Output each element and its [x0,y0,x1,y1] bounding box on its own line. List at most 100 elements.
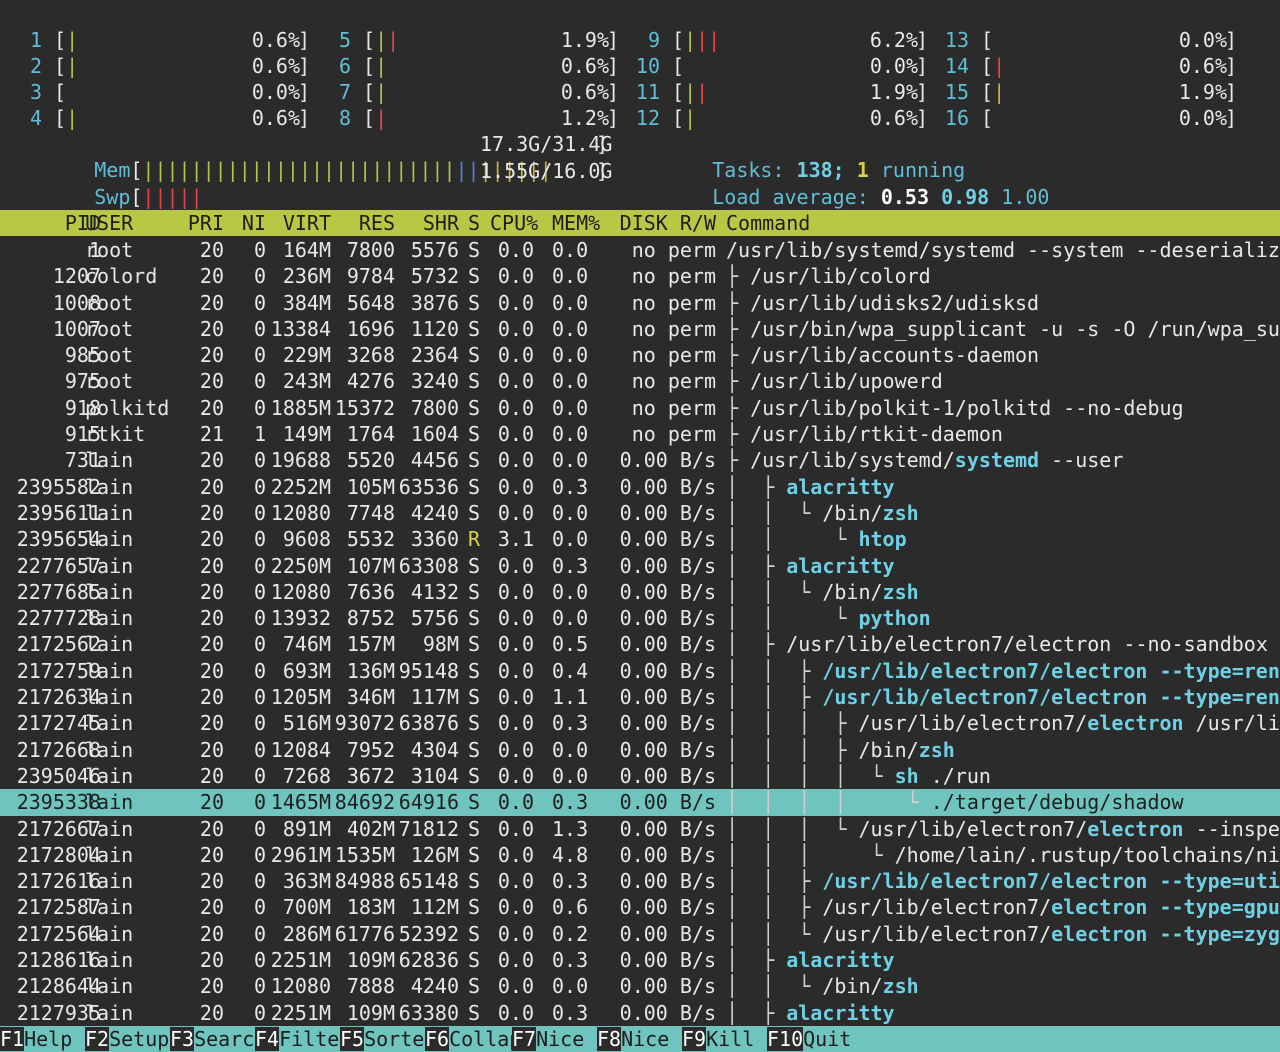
process-row[interactable]: 1007 root 20 0 13384 1696 1120 S 0.0 0.0 no perm ├ … [0,316,1280,342]
process-mem: 0.6 [552,895,589,920]
process-list[interactable]: 1 root 20 0 164M 7800 5576 S 0.0 0.0 no perm/usr/l… [0,237,1280,1026]
tree-branch: │ │ └ [726,921,823,946]
col-pri[interactable]: PRI [180,210,224,236]
fn-nice-button[interactable]: F8Nice + [597,1026,693,1052]
process-mem: 0.0 [552,395,589,420]
fn-nice-button[interactable]: F7Nice - [512,1026,608,1052]
process-disk: 0.00 B/s [619,711,716,736]
swap-label: Swp [94,185,131,209]
process-row[interactable]: 975 root 20 0 243M 4276 3240 S 0.0 0.0 no perm ├ /u… [0,368,1280,394]
process-virt: 7268 [282,763,331,788]
process-row[interactable]: 2172616 lain 20 0 363M 84988 65148 S 0.0 0.3 0.00 … [0,868,1280,894]
process-disk: 0.00 B/s [619,737,716,762]
process-row[interactable]: 2172759 lain 20 0 693M 136M 95148 S 0.0 0.4 0.00 B… [0,658,1280,684]
cpu-meter-5: 5 [|| 1.9%] [321,27,619,53]
fn-setup-button[interactable]: F2Setup [85,1026,169,1052]
cpu-bar: | [375,54,387,78]
process-virt: 149M [282,422,331,447]
process-row[interactable]: 2172634 lain 20 0 1205M 346M 117M S 0.0 1.1 0.00 B… [0,684,1280,710]
process-row[interactable]: 2127935 lain 20 0 2251M 109M 63380 S 0.0 0.3 0.00 … [0,1000,1280,1026]
process-row[interactable]: 2277685 lain 20 0 12080 7636 4132 S 0.0 0.0 0.00 B… [0,579,1280,605]
col-shr[interactable]: SHR [398,210,459,236]
col-disk[interactable]: DISK R/W [600,210,716,236]
process-row[interactable]: 985 root 20 0 229M 3268 2364 S 0.0 0.0 no perm ├ /u… [0,342,1280,368]
process-row[interactable]: 2172562 lain 20 0 746M 157M 98M S 0.0 0.5 0.00 B/s… [0,631,1280,657]
process-row[interactable]: 1207 colord 20 0 236M 9784 5732 S 0.0 0.0 no perm ├… [0,263,1280,289]
process-row[interactable]: 2172587 lain 20 0 700M 183M 112M S 0.0 0.6 0.00 B/… [0,894,1280,920]
process-row[interactable]: 2395611 lain 20 0 12080 7748 4240 S 0.0 0.0 0.00 B… [0,500,1280,526]
col-ni[interactable]: NI [236,210,266,236]
process-res: 346M [346,685,395,710]
process-user: lain [85,632,134,657]
cpu-id: 11 [635,80,660,104]
col-state[interactable]: S [468,210,482,236]
col-virt[interactable]: VIRT [270,210,331,236]
process-row[interactable]: 2172745 lain 20 0 516M 93072 63876 S 0.0 0.3 0.00 … [0,710,1280,736]
col-user[interactable]: USER [85,210,133,236]
process-row[interactable]: 2395582 lain 20 0 2252M 105M 63536 S 0.0 0.3 0.00 … [0,474,1280,500]
process-row[interactable]: 2277728 lain 20 0 13932 8752 5756 S 0.0 0.0 0.00 B… [0,605,1280,631]
fn-collap-button[interactable]: F6Collap [425,1026,521,1052]
process-row[interactable]: 2128616 lain 20 0 2251M 109M 62836 S 0.0 0.3 0.00 … [0,947,1280,973]
process-row[interactable]: 2172668 lain 20 0 12084 7952 4304 S 0.0 0.0 0.00 B… [0,737,1280,763]
tree-branch: ├ [726,343,751,368]
col-command[interactable]: Command [726,210,810,236]
process-mem: 0.3 [552,790,589,815]
process-ni: 0 [253,369,266,394]
fn-sorted-button[interactable]: F5Sorted [340,1026,436,1052]
command-segment: zsh [918,737,955,762]
meter-bar-segment: | [993,80,1006,104]
process-s: S [468,448,481,473]
process-ni: 0 [253,316,266,341]
process-ni: 0 [253,737,266,762]
tree-branch: │ │ │ │ └ [726,790,931,815]
process-user: lain [85,606,134,631]
process-res: 7952 [346,737,395,762]
process-disk: 0.00 B/s [619,448,716,473]
command-segment: alacritty [786,553,895,578]
process-command: │ │ │ ├ /usr/lib/electron7/electron /usr… [726,710,1280,736]
fn-filter-button[interactable]: F4Filter [255,1026,351,1052]
process-pri: 20 [199,895,224,920]
process-row[interactable]: 918 polkitd 20 0 1885M 15372 7800 S 0.0 0.0 no per… [0,395,1280,421]
fn-help-button[interactable]: F1Help [0,1026,72,1052]
process-row[interactable]: 2277657 lain 20 0 2250M 107M 63308 S 0.0 0.3 0.00 … [0,553,1280,579]
load-15: 1.00 [1001,185,1050,209]
process-row[interactable]: 2395338 lain 20 0 1465M 84692 64916 S 0.0 0.3 0.00… [0,789,1280,816]
col-cpu[interactable]: CPU% [490,210,538,236]
process-user: root [85,290,134,315]
process-row[interactable]: 2128644 lain 20 0 12080 7888 4240 S 0.0 0.0 0.00 B… [0,973,1280,999]
process-s: S [468,264,481,289]
load-label: Load average: [712,185,869,209]
process-row[interactable]: 1008 root 20 0 384M 5648 3876 S 0.0 0.0 no perm ├ /… [0,290,1280,316]
process-row[interactable]: 2172564 lain 20 0 286M 61776 52392 S 0.0 0.2 0.00 … [0,921,1280,947]
col-res[interactable]: RES [334,210,395,236]
process-cpu: 0.0 [497,448,534,473]
process-command: │ │ │ │ └ ./target/debug/shadow [726,789,1184,815]
process-row[interactable]: 731 lain 20 0 19688 5520 4456 S 0.0 0.0 0.00 B/s ├ … [0,447,1280,473]
process-pri: 20 [199,790,224,815]
tree-branch: ├ [726,264,751,289]
tree-branch: │ │ └ [726,579,823,604]
process-row[interactable]: 2172804 lain 20 0 2961M 1535M 126M S 0.0 4.8 0.00 … [0,842,1280,868]
command-segment: /usr/lib/upowerd [750,369,943,394]
process-cpu: 0.0 [497,842,534,867]
col-mem[interactable]: MEM% [552,210,600,236]
process-row[interactable]: 2395654 lain 20 0 9608 5532 3360 R 3.1 0.0 0.00 B/… [0,526,1280,552]
fn-kill-button[interactable]: F9Kill [682,1026,754,1052]
process-ni: 0 [253,816,266,841]
process-row[interactable]: 915 rtkit 21 1 149M 1764 1604 S 0.0 0.0 no perm ├ /… [0,421,1280,447]
process-virt: 19688 [270,448,331,473]
process-row[interactable]: 2395046 lain 20 0 7268 3672 3104 S 0.0 0.0 0.00 B/… [0,763,1280,789]
fn-search-button[interactable]: F3Search [170,1026,266,1052]
process-virt: 243M [282,369,331,394]
process-row[interactable]: 2172667 lain 20 0 891M 402M 71812 S 0.0 1.3 0.00 B… [0,816,1280,842]
process-s: S [468,974,481,999]
process-virt: 164M [282,238,331,262]
process-shr: 4240 [410,974,459,999]
fn-quit-button[interactable]: F10Quit [767,1026,851,1052]
command-segment: /usr/lib/systemd/systemd --system --dese… [726,238,1280,262]
process-disk: 0.00 B/s [619,553,716,578]
process-cpu: 0.0 [497,290,534,315]
process-row[interactable]: 1 root 20 0 164M 7800 5576 S 0.0 0.0 no perm/usr/l… [0,237,1280,263]
